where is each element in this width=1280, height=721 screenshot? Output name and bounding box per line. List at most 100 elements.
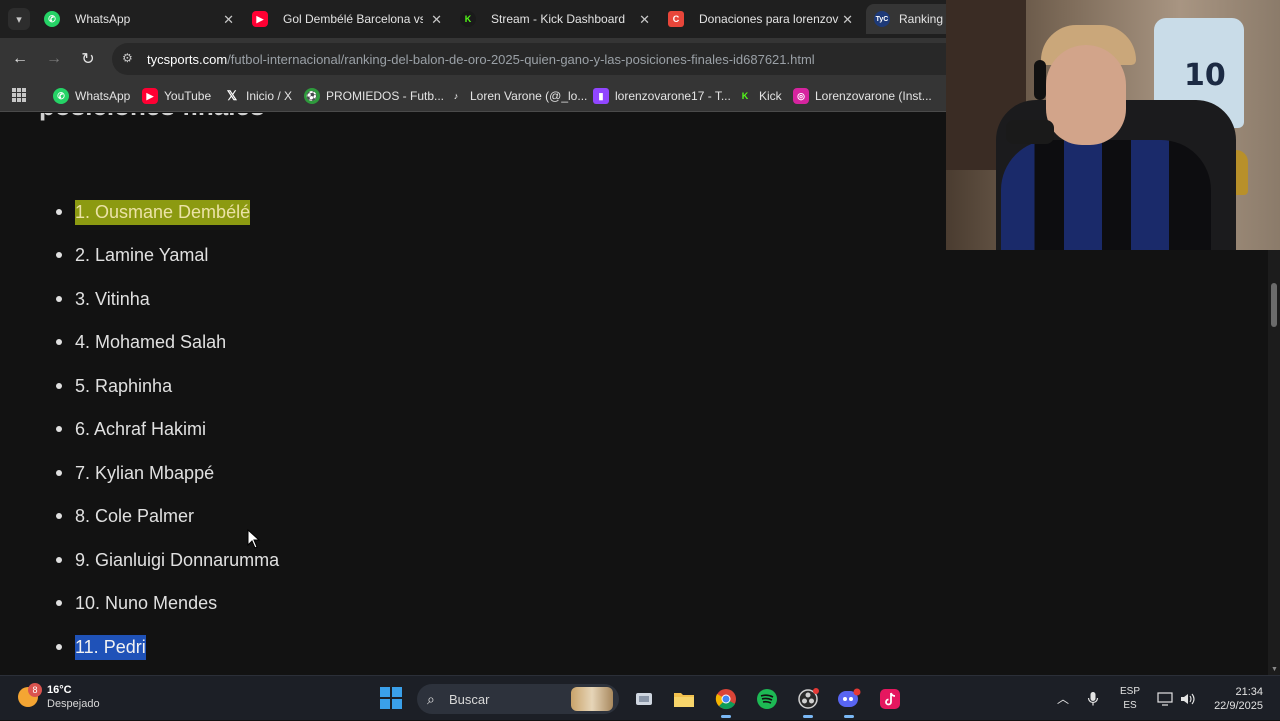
bullet <box>56 426 62 432</box>
bullet <box>56 470 62 476</box>
close-tab-icon[interactable]: ✕ <box>223 12 234 28</box>
bookmark-twitch[interactable]: ▮ lorenzovarone17 - T... <box>593 86 731 106</box>
list-item: 10. Nuno Mendes <box>56 590 217 616</box>
tab-youtube[interactable]: ▶ Gol Dembélé Barcelona vs S ✕ <box>252 4 442 34</box>
bookmark-label: Lorenzovarone (Inst... <box>815 89 932 103</box>
ranking-entry: 9. Gianluigi Donnarumma <box>75 549 280 570</box>
bookmark-label: WhatsApp <box>75 89 131 103</box>
list-item: 2. Lamine Yamal <box>56 242 208 268</box>
list-item: 7. Kylian Mbappé <box>56 460 214 486</box>
ranking-entry: 7. Kylian Mbappé <box>75 462 215 483</box>
twitch-icon: ▮ <box>593 88 609 104</box>
system-clock[interactable]: 21:34 22/9/2025 <box>1208 685 1263 713</box>
tab-ranking-active[interactable]: TyC Ranking d <box>866 4 956 34</box>
tab-whatsapp[interactable]: ✆ WhatsApp ✕ <box>44 4 234 34</box>
x-icon: 𝕏 <box>226 88 238 103</box>
list-item: 4. Mohamed Salah <box>56 329 226 355</box>
weather-widget[interactable]: 8 16°C Despejado <box>18 683 100 711</box>
ranking-entry: 10. Nuno Mendes <box>75 592 218 613</box>
site-info-icon[interactable]: ⚙ <box>122 51 138 67</box>
weather-temp: 16°C <box>47 684 72 696</box>
mouse-cursor-icon <box>247 529 261 549</box>
bookmark-x[interactable]: 𝕏 Inicio / X <box>224 86 292 106</box>
webcam-overlay: 10 <box>946 0 1280 250</box>
tiktok-icon: ♪ <box>453 91 459 101</box>
keyboard-layout: ES <box>1123 700 1137 711</box>
bookmark-tiktok[interactable]: ♪ Loren Varone (@_lo... <box>448 86 588 106</box>
clock-time: 21:34 <box>1235 686 1263 698</box>
bookmark-youtube[interactable]: ▶ YouTube <box>142 86 211 106</box>
scroll-thumb[interactable] <box>1271 283 1277 327</box>
bullet <box>56 252 62 258</box>
reload-button[interactable]: ↻ <box>78 49 98 69</box>
whatsapp-icon: ✆ <box>44 11 60 27</box>
volume-icon[interactable] <box>1180 676 1196 721</box>
network-icon[interactable] <box>1157 676 1173 721</box>
task-view-icon[interactable] <box>629 684 659 714</box>
show-hidden-icons[interactable]: ︿ <box>1057 676 1069 721</box>
url-text[interactable]: tycsports.com/futbol-internacional/ranki… <box>147 52 815 67</box>
bookmark-instagram[interactable]: ◎ Lorenzovarone (Inst... <box>793 86 932 106</box>
tab-search-menu-button[interactable]: ▾ <box>8 8 30 30</box>
bookmark-kick[interactable]: K Kick <box>737 86 782 106</box>
tab-title: Stream - Kick Dashboard <box>491 12 626 26</box>
ranking-entry: 5. Raphinha <box>75 375 173 396</box>
cafecito-icon: C <box>668 11 684 27</box>
list-item: 9. Gianluigi Donnarumma <box>56 547 279 573</box>
bookmark-label: YouTube <box>164 89 212 103</box>
apps-grid-icon[interactable] <box>12 88 26 102</box>
taskbar-search[interactable]: ⌕ Buscar <box>417 684 619 714</box>
scroll-down-icon[interactable]: ▼ <box>1271 666 1278 673</box>
bullet <box>56 513 62 519</box>
tab-kick-dashboard[interactable]: K Stream - Kick Dashboard ✕ <box>460 4 650 34</box>
file-explorer-icon[interactable] <box>669 684 699 714</box>
list-item: 5. Raphinha <box>56 373 172 399</box>
bookmark-promiedos[interactable]: ⚽ PROMIEDOS - Futb... <box>304 86 444 106</box>
bullet <box>56 339 62 345</box>
ranking-entry: 3. Vitinha <box>75 288 150 309</box>
bullet <box>56 557 62 563</box>
microphone-icon[interactable] <box>1087 676 1099 721</box>
list-item: 3. Vitinha <box>56 286 150 312</box>
tab-title: Donaciones para lorenzovar <box>699 12 839 26</box>
ranking-entry: 6. Achraf Hakimi <box>75 418 207 439</box>
close-tab-icon[interactable]: ✕ <box>431 12 442 28</box>
search-highlight-image <box>571 687 613 711</box>
tab-title: WhatsApp <box>75 12 131 26</box>
forward-button[interactable]: → <box>44 49 64 69</box>
bullet <box>56 644 62 650</box>
clock-date: 22/9/2025 <box>1214 700 1263 712</box>
webcam-headset <box>1034 60 1046 100</box>
promiedos-icon: ⚽ <box>304 88 320 104</box>
bookmark-whatsapp[interactable]: ✆ WhatsApp <box>53 86 130 106</box>
bookmark-label: lorenzovarone17 - T... <box>615 89 731 103</box>
webcam-microphone <box>1006 120 1054 144</box>
ranking-entry: 2. Lamine Yamal <box>75 244 209 265</box>
webcam-streamer-face <box>1046 45 1126 145</box>
weather-condition: Despejado <box>47 698 100 710</box>
windows-taskbar: 8 16°C Despejado ⌕ Buscar ︿ ESP ES 21:34… <box>0 675 1280 720</box>
bullet <box>56 209 62 215</box>
kick-icon: K <box>460 11 476 27</box>
bullet <box>56 296 62 302</box>
url-path: /futbol-internacional/ranking-del-balon-… <box>227 52 815 67</box>
close-tab-icon[interactable]: ✕ <box>639 12 650 28</box>
start-button[interactable] <box>380 687 402 709</box>
ranking-entry: 11. Pedri <box>75 634 146 660</box>
tab-donaciones[interactable]: C Donaciones para lorenzovar ✕ <box>668 4 853 34</box>
obs-icon[interactable] <box>793 684 823 718</box>
tiktok-live-icon[interactable] <box>875 684 905 714</box>
close-tab-icon[interactable]: ✕ <box>842 12 853 28</box>
bookmark-label: Kick <box>759 89 782 103</box>
language-code: ESP <box>1120 686 1141 697</box>
kick-icon: K <box>741 91 749 101</box>
search-label: Buscar <box>449 692 490 707</box>
bookmark-label: Loren Varone (@_lo... <box>470 89 588 103</box>
webcam-streamer-shirt <box>1001 140 1211 250</box>
discord-icon[interactable] <box>834 684 864 718</box>
language-indicator[interactable]: ESP ES <box>1120 685 1140 713</box>
spotify-icon[interactable] <box>752 684 782 714</box>
weather-badge: 8 <box>28 683 42 697</box>
chrome-icon[interactable] <box>711 684 741 718</box>
back-button[interactable]: ← <box>10 49 30 69</box>
